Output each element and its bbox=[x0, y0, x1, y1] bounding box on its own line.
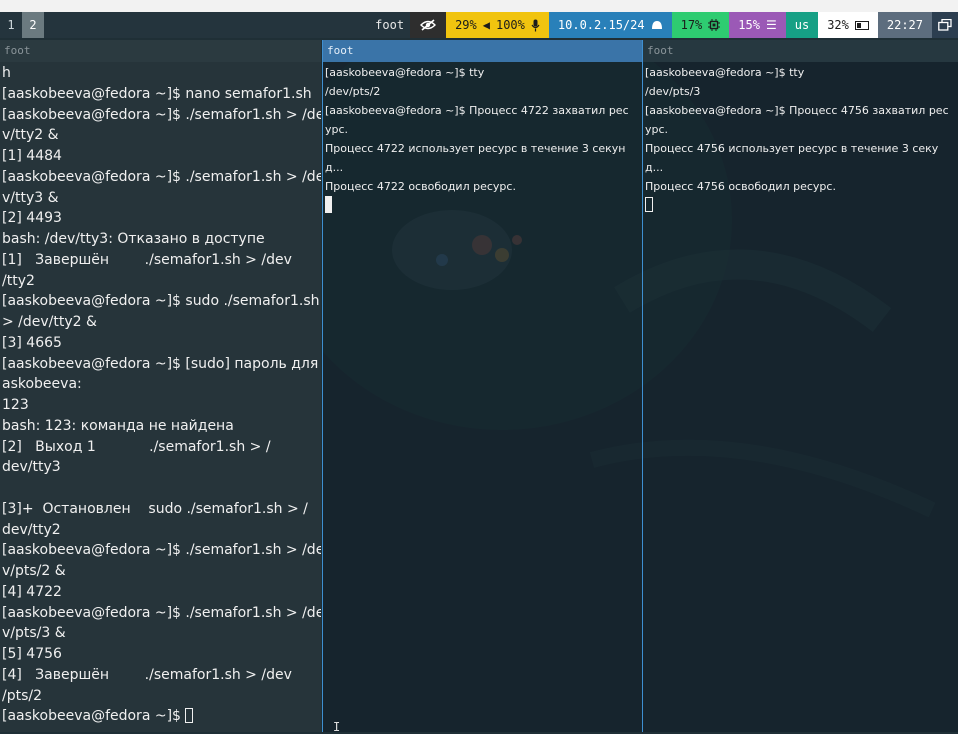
prompt-text: [aaskobeeva@fedora ~]$ bbox=[2, 708, 186, 725]
terminal-line: [aaskobeeva@fedora ~]$ nano semafor1.sh bbox=[2, 85, 312, 102]
terminal-line: dev/tty3 bbox=[2, 459, 61, 476]
terminal-line: [2] Выход 1 ./semafor1.sh > / bbox=[2, 438, 271, 455]
bar-spacer bbox=[44, 12, 366, 38]
terminal-output: [aaskobeeva@fedora ~]$ tty /dev/pts/2 [a… bbox=[323, 62, 642, 215]
clock[interactable]: 22:27 bbox=[877, 12, 932, 38]
terminal-line: урс. bbox=[645, 123, 669, 136]
terminal-cursor bbox=[645, 197, 653, 212]
terminal-line: /tty2 bbox=[2, 272, 35, 289]
terminal-line: [aaskobeeva@fedora ~]$ Процесс 4722 захв… bbox=[325, 104, 629, 117]
terminal-output: h [aaskobeeva@fedora ~]$ nano semafor1.s… bbox=[0, 62, 321, 727]
terminal-line: Процесс 4756 освободил ресурс. bbox=[645, 180, 836, 193]
terminal-cursor bbox=[325, 196, 332, 213]
battery-level: 32% bbox=[827, 18, 849, 32]
terminal-line: bash: /dev/tty3: Отказано в доступе bbox=[2, 231, 265, 247]
terminal-line: [aaskobeeva@fedora ~]$ ./semafor1.sh > /… bbox=[2, 168, 321, 185]
terminal-line: [1] Завершён ./semafor1.sh > /dev bbox=[2, 251, 292, 268]
terminal-line: [4] Завершён ./semafor1.sh > /dev bbox=[2, 666, 292, 683]
terminal-line: v/pts/2 & bbox=[2, 563, 66, 579]
terminal-output: [aaskobeeva@fedora ~]$ tty /dev/pts/3 [a… bbox=[643, 62, 958, 215]
network-module[interactable]: 10.0.2.15/24 bbox=[548, 12, 672, 38]
cpu-icon bbox=[708, 19, 721, 31]
terminal-line: bash: 123: команда не найдена bbox=[2, 417, 234, 434]
terminal-line: Процесс 4722 использует ресурс в течение… bbox=[325, 142, 626, 155]
window-title: foot bbox=[375, 18, 405, 32]
terminal-line: 123 bbox=[2, 397, 29, 413]
terminal-line: [aaskobeeva@fedora ~]$ tty bbox=[325, 66, 485, 79]
terminal-line: > /dev/tty2 & bbox=[2, 314, 97, 330]
cursor-line bbox=[645, 196, 958, 215]
microphone-icon bbox=[531, 19, 540, 31]
terminal-line: урс. bbox=[325, 123, 349, 136]
memory-module[interactable]: 15% ☰ bbox=[729, 12, 786, 38]
terminal-line: [aaskobeeva@fedora ~]$ tty bbox=[645, 66, 805, 79]
terminal-line: д... bbox=[645, 161, 664, 174]
terminal-line: /dev/pts/2 bbox=[325, 85, 381, 98]
terminal-line: v/tty2 & bbox=[2, 127, 59, 144]
network-ip: 10.0.2.15/24 bbox=[557, 18, 645, 32]
volume-level: 100% bbox=[495, 18, 525, 32]
speaker-icon: ◀ bbox=[482, 18, 490, 32]
terminal-line: /dev/pts/3 bbox=[645, 85, 701, 98]
terminal-line: v/tty3 & bbox=[2, 189, 59, 206]
terminal-cursor bbox=[185, 708, 194, 724]
tray-icon bbox=[938, 19, 952, 31]
workspace-button-2[interactable]: 2 bbox=[22, 12, 44, 38]
terminal-line: [aaskobeeva@fedora ~]$ [sudo] пароль для… bbox=[2, 355, 321, 372]
terminal-line: Процесс 4756 использует ресурс в течение… bbox=[645, 142, 939, 155]
battery-module[interactable]: 32% bbox=[818, 12, 878, 38]
terminal-line: askobeeva: bbox=[2, 376, 82, 393]
keyboard-layout[interactable]: us bbox=[785, 12, 819, 38]
terminal-title: foot bbox=[643, 40, 958, 62]
audio-battery-level: 29% bbox=[455, 18, 477, 32]
terminal-title: foot bbox=[323, 40, 642, 62]
terminal-line: [aaskobeeva@fedora ~]$ ./semafor1.sh > /… bbox=[2, 106, 321, 123]
terminal-pane-right[interactable]: foot [aaskobeeva@fedora ~]$ tty /dev/pts… bbox=[643, 40, 958, 732]
terminal-line: [aaskobeeva@fedora ~]$ sudo ./semafor1.s… bbox=[2, 293, 320, 310]
terminal-line: [3]+ Остановлен sudo ./semafor1.sh > / bbox=[2, 500, 308, 517]
terminal-pane-middle[interactable]: foot [aaskobeeva@fedora ~]$ tty /dev/pts… bbox=[322, 40, 643, 732]
terminal-line: [1] 4484 bbox=[2, 148, 62, 164]
memory-icon: ☰ bbox=[765, 18, 777, 32]
prompt-line: [aaskobeeva@fedora ~]$ bbox=[2, 706, 321, 727]
workspace-button-1[interactable]: 1 bbox=[0, 12, 22, 38]
terminal-line: [5] 4756 bbox=[2, 646, 62, 662]
cursor-line bbox=[325, 196, 642, 215]
screen-top-edge bbox=[0, 0, 958, 12]
terminal-line: [aaskobeeva@fedora ~]$ Процесс 4756 захв… bbox=[645, 104, 949, 117]
terminal-line: /pts/2 bbox=[2, 687, 43, 704]
terminal-title: foot bbox=[0, 40, 321, 62]
terminal-line: v/pts/3 & bbox=[2, 625, 66, 642]
audio-module[interactable]: 29% ◀ 100% bbox=[446, 12, 549, 38]
terminal-pane-left[interactable]: foot h [aaskobeeva@fedora ~]$ nano semaf… bbox=[0, 40, 321, 732]
memory-usage: 15% bbox=[738, 18, 760, 32]
terminal-line: [2] 4493 bbox=[2, 210, 62, 227]
terminal-line: Процесс 4722 освободил ресурс. bbox=[325, 180, 516, 193]
terminal-line: h bbox=[2, 65, 11, 81]
eye-slash-icon bbox=[420, 19, 437, 31]
terminal-line: [aaskobeeva@fedora ~]$ ./semafor1.sh > /… bbox=[2, 542, 321, 559]
tray-module[interactable] bbox=[932, 12, 958, 38]
terminal-line: д... bbox=[325, 161, 344, 174]
terminal-line: [aaskobeeva@fedora ~]$ ./semafor1.sh > /… bbox=[2, 604, 321, 621]
status-bar: 1 2 foot 29% ◀ 100% 10.0.2.15/24 17% 15%… bbox=[0, 12, 958, 38]
terminal-line: dev/tty2 bbox=[2, 521, 61, 538]
terminal-line: [3] 4665 bbox=[2, 334, 62, 351]
idle-inhibitor-toggle[interactable] bbox=[410, 12, 447, 38]
cpu-module[interactable]: 17% bbox=[671, 12, 730, 38]
battery-icon bbox=[854, 20, 869, 30]
cpu-usage: 17% bbox=[680, 18, 703, 32]
network-icon bbox=[651, 21, 662, 29]
terminal-line: [4] 4722 bbox=[2, 583, 62, 600]
